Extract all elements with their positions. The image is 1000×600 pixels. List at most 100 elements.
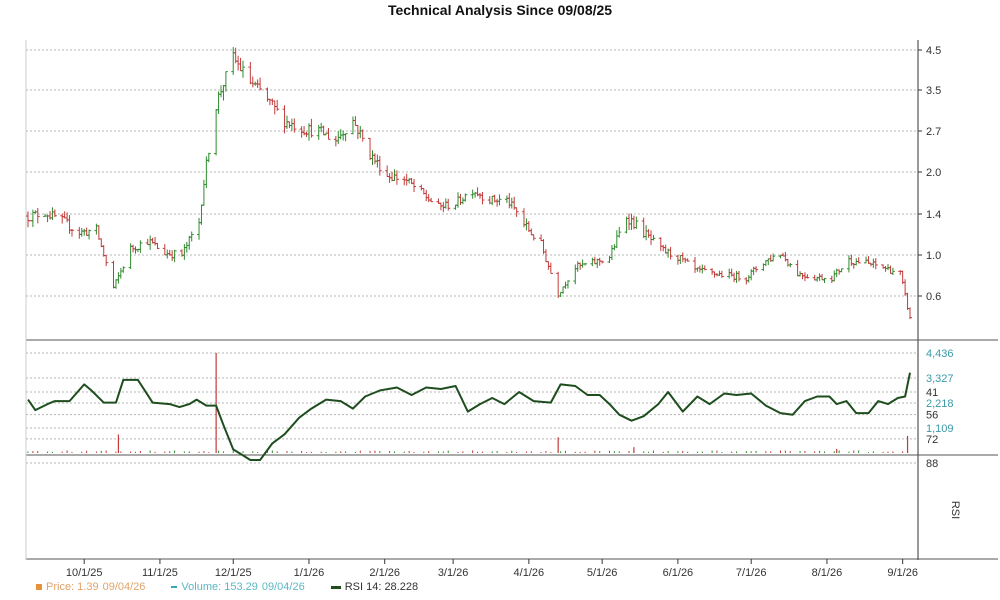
price-bar: [736, 270, 741, 282]
rsi-tick-label: 88: [926, 458, 938, 470]
price-bar: [236, 55, 241, 71]
price-bar: [905, 292, 910, 311]
price-bar: [377, 155, 382, 176]
price-bar: [394, 170, 399, 185]
price-bar: [463, 193, 468, 202]
legend-volume-label: Volume: 153.29: [181, 581, 258, 593]
price-bar: [600, 260, 605, 264]
price-bar: [624, 216, 629, 234]
price-bar: [128, 243, 133, 269]
rsi-tick-label: 41: [926, 387, 938, 399]
price-bar: [734, 270, 739, 283]
price-bar: [456, 192, 461, 208]
x-tick-label: 5/1/26: [587, 567, 618, 579]
price-bar: [629, 213, 634, 230]
price-bar: [426, 194, 431, 203]
price-bar: [275, 99, 280, 111]
axis-labels: 4.53.52.72.01.41.00.64,4363,3272,2181,10…: [66, 45, 961, 579]
legend-volume: Volume: 153.29 09/04/26: [171, 579, 305, 595]
price-bar: [241, 60, 246, 78]
x-tick-label: 6/1/26: [663, 567, 694, 579]
price-bar: [561, 286, 566, 294]
price-bar: [504, 195, 509, 204]
legend-price-date: 09/04/26: [102, 581, 146, 593]
price-bar: [360, 129, 365, 142]
rsi-tick-label: 72: [926, 434, 938, 446]
price-bar: [223, 71, 228, 92]
price-bar: [651, 234, 656, 241]
price-bar: [316, 124, 321, 140]
rsi-tick-label: 56: [926, 410, 938, 422]
price-bar: [702, 265, 707, 271]
price-bar: [321, 125, 326, 136]
price-bar: [60, 213, 65, 224]
price-bar: [412, 178, 417, 193]
price-bar: [458, 193, 463, 205]
price-bar: [153, 236, 158, 246]
price-bar: [766, 258, 771, 266]
price-bar: [668, 246, 673, 260]
price-bar: [404, 173, 409, 186]
price-tick-label: 2.0: [926, 167, 941, 179]
price-bar: [820, 274, 825, 281]
price-bar: [385, 165, 390, 178]
price-bar: [287, 121, 292, 129]
price-bar: [546, 261, 551, 270]
price-bar: [292, 118, 297, 133]
x-tick-label: 10/1/25: [66, 567, 103, 579]
price-bar: [52, 209, 57, 218]
price-bar: [692, 257, 697, 273]
price-bar: [590, 257, 595, 267]
price-tick-label: 1.4: [926, 209, 941, 221]
price-bar: [221, 84, 226, 101]
price-bar: [248, 62, 253, 85]
price-bar: [162, 244, 167, 256]
price-bar: [839, 268, 844, 273]
price-bar: [84, 227, 89, 236]
x-tick-label: 3/1/26: [438, 567, 469, 579]
price-tick-label: 3.5: [926, 85, 941, 97]
price-bar: [309, 118, 314, 138]
price-bar: [641, 217, 646, 239]
price-bar: [201, 179, 206, 206]
price-bar: [597, 257, 602, 266]
price-bar: [795, 260, 800, 277]
price-bar: [272, 100, 277, 115]
price-bar: [214, 108, 219, 156]
price-bar: [822, 277, 827, 283]
price-bar: [524, 218, 529, 231]
x-tick-label: 9/1/26: [887, 567, 918, 579]
price-bar: [649, 230, 654, 245]
price-bar: [856, 257, 861, 264]
price-bar: [543, 249, 548, 263]
x-tick-label: 11/1/25: [142, 567, 178, 579]
price-bar: [282, 105, 287, 134]
price-bar: [231, 47, 236, 75]
price-bar: [350, 116, 355, 135]
price-bar: [219, 85, 224, 98]
price-bar: [873, 258, 878, 270]
price-bar: [480, 191, 485, 205]
price-bar: [514, 207, 519, 217]
price-bar: [182, 244, 187, 260]
price-bar: [446, 198, 451, 211]
price-bar: [116, 272, 121, 284]
price-bar: [678, 255, 683, 265]
price-bar: [67, 215, 72, 234]
price-bar: [460, 197, 465, 205]
gridlines: [26, 49, 918, 464]
price-bar: [805, 274, 810, 279]
price-bar: [614, 230, 619, 249]
volume-tick-label: 2,218: [926, 398, 954, 410]
price-bar: [583, 263, 588, 266]
rsi-line: [27, 372, 911, 461]
price-bar: [353, 116, 358, 126]
price-bar: [368, 137, 373, 161]
price-bar: [898, 270, 903, 276]
price-bar: [565, 280, 570, 289]
price-bar: [627, 213, 632, 231]
price-tick-label: 4.5: [926, 45, 941, 57]
price-bar: [817, 273, 822, 281]
price-bar: [846, 255, 851, 273]
price-bar: [732, 272, 737, 283]
